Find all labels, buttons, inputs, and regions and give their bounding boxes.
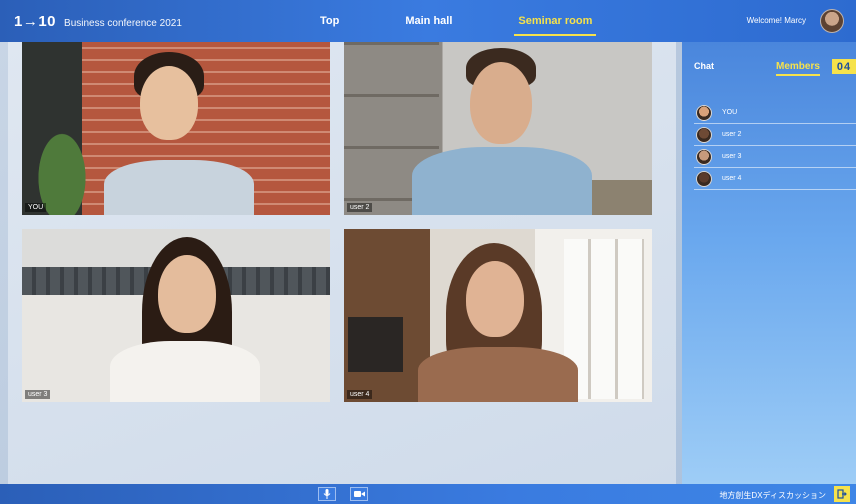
background-tv bbox=[348, 317, 403, 372]
camera-icon bbox=[353, 491, 365, 497]
list-item[interactable]: user 2 bbox=[694, 124, 856, 146]
bottom-bar: 地方創生DXディスカッション bbox=[0, 484, 856, 504]
participant-face bbox=[158, 255, 216, 333]
list-item[interactable]: user 3 bbox=[694, 146, 856, 168]
avatar bbox=[696, 148, 712, 165]
member-name: user 4 bbox=[722, 175, 742, 182]
tile-label: YOU bbox=[25, 203, 47, 212]
participant-body bbox=[104, 160, 254, 215]
session-title: 地方創生DXディスカッション bbox=[719, 491, 826, 500]
main-nav: Top Main hall Seminar room bbox=[316, 0, 654, 42]
avatar bbox=[696, 170, 712, 187]
member-list: YOU user 2 user 3 user 4 bbox=[694, 102, 856, 190]
microphone-icon bbox=[323, 489, 331, 499]
video-tile-you[interactable]: YOU bbox=[22, 42, 330, 215]
tab-members[interactable]: Members bbox=[776, 61, 820, 76]
member-name: user 3 bbox=[722, 153, 742, 160]
event-title: Business conference 2021 bbox=[64, 17, 182, 29]
list-item[interactable]: user 4 bbox=[694, 168, 856, 190]
exit-icon bbox=[837, 489, 847, 499]
logo-mark: 1→10 bbox=[14, 12, 57, 30]
tile-label: user 4 bbox=[347, 390, 373, 399]
logo[interactable]: 1→10 Business conference 2021 bbox=[14, 13, 264, 30]
user-avatar[interactable] bbox=[820, 9, 844, 33]
camera-button[interactable] bbox=[350, 487, 368, 501]
video-tile-user-2[interactable]: user 2 bbox=[344, 42, 652, 215]
exit-button[interactable] bbox=[834, 486, 850, 502]
member-name: user 2 bbox=[722, 131, 742, 138]
nav-seminar-room[interactable]: Seminar room bbox=[514, 0, 597, 42]
participant-face bbox=[470, 62, 532, 144]
list-item[interactable]: YOU bbox=[694, 102, 856, 124]
participant-face bbox=[140, 66, 198, 140]
microphone-button[interactable] bbox=[318, 487, 336, 501]
participant-body bbox=[110, 341, 260, 402]
nav-main-hall[interactable]: Main hall bbox=[401, 0, 456, 42]
member-name: YOU bbox=[722, 109, 738, 116]
top-bar: 1→10 Business conference 2021 Top Main h… bbox=[0, 0, 856, 42]
avatar bbox=[696, 104, 712, 121]
participant-body bbox=[412, 147, 592, 215]
video-tile-user-4[interactable]: user 4 bbox=[344, 229, 652, 402]
member-count-badge: 04 bbox=[832, 59, 856, 74]
welcome-text: Welcome! Marcy bbox=[746, 16, 806, 25]
tile-label: user 3 bbox=[25, 390, 51, 399]
video-tile-user-3[interactable]: user 3 bbox=[22, 229, 330, 402]
tab-chat[interactable]: Chat bbox=[694, 61, 714, 71]
participant-body bbox=[418, 347, 578, 402]
nav-top[interactable]: Top bbox=[316, 0, 343, 42]
plant-decoration bbox=[32, 122, 92, 215]
panel-tabs: Chat Members 04 bbox=[682, 42, 856, 90]
tile-label: user 2 bbox=[347, 203, 373, 212]
avatar bbox=[696, 126, 712, 143]
side-panel: Chat Members 04 YOU user 2 user 3 user 4 bbox=[682, 42, 856, 484]
participant-face bbox=[466, 261, 524, 337]
